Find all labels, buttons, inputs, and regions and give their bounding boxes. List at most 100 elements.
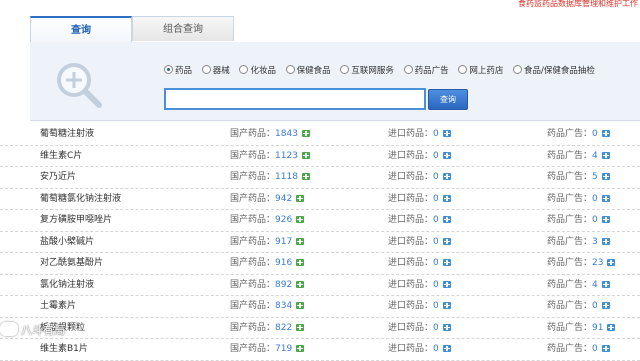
add-plus-icon[interactable]: [601, 173, 610, 180]
add-plus-icon[interactable]: [296, 194, 305, 202]
imported-count-link[interactable]: 0: [433, 151, 439, 161]
imported-count-link[interactable]: 0: [433, 172, 439, 182]
ads-count-link[interactable]: 0: [592, 129, 598, 139]
add-plus-icon[interactable]: [301, 173, 310, 180]
domestic-count-cell: 国产药品：1843: [230, 124, 310, 145]
ads-count-link[interactable]: 0: [592, 344, 598, 354]
radio-drug[interactable]: 药品: [164, 64, 192, 76]
add-plus-icon[interactable]: [442, 237, 451, 245]
ads-count-link[interactable]: 5: [592, 172, 598, 182]
imported-count-link[interactable]: 0: [433, 129, 439, 139]
search-button[interactable]: 查询: [428, 89, 468, 110]
add-plus-icon[interactable]: [601, 237, 610, 245]
domestic-count-link[interactable]: 942: [275, 194, 292, 204]
add-plus-icon[interactable]: [601, 345, 610, 352]
drug-name-link[interactable]: 维生素C片: [40, 146, 82, 167]
add-plus-icon[interactable]: [442, 151, 451, 159]
domestic-count-cell: 国产药品：892: [230, 275, 305, 296]
ads-count-link[interactable]: 0: [592, 215, 598, 225]
add-plus-icon[interactable]: [296, 323, 305, 331]
add-plus-icon[interactable]: [442, 302, 451, 309]
ads-count-link[interactable]: 4: [592, 280, 598, 290]
domestic-count-link[interactable]: 822: [275, 323, 292, 333]
imported-label: 进口药品：: [388, 258, 434, 268]
domestic-count-link[interactable]: 719: [275, 344, 292, 354]
imported-count-link[interactable]: 0: [433, 323, 439, 333]
domestic-count-link[interactable]: 916: [275, 258, 292, 268]
domestic-count-link[interactable]: 892: [275, 280, 292, 290]
search-input[interactable]: [164, 88, 426, 110]
add-plus-icon[interactable]: [601, 194, 610, 202]
add-plus-icon[interactable]: [296, 280, 305, 288]
drug-name-link[interactable]: 维生素B1片: [40, 339, 88, 360]
add-plus-icon[interactable]: [601, 280, 610, 288]
category-radio-group: 药品 器械 化妆品 保健食品 互联网服务 药品广告 网上药店 食品/保健食品抽检: [164, 64, 602, 76]
table-row: 土霉素片 国产药品：834 进口药品：0 药品广告：0: [0, 296, 640, 318]
ads-count-link[interactable]: 23: [592, 258, 603, 268]
domestic-count-link[interactable]: 1843: [275, 129, 298, 139]
add-plus-icon[interactable]: [601, 151, 610, 159]
tab-combined-query[interactable]: 组合查询: [132, 16, 234, 41]
add-plus-icon[interactable]: [296, 259, 305, 266]
radio-internet-service[interactable]: 互联网服务: [340, 64, 394, 76]
drug-name-link[interactable]: 盐酸小檗碱片: [40, 232, 94, 253]
ads-count-link[interactable]: 0: [592, 194, 598, 204]
add-plus-icon[interactable]: [442, 345, 451, 352]
imported-count-link[interactable]: 0: [433, 280, 439, 290]
domestic-count-link[interactable]: 917: [275, 237, 292, 247]
add-plus-icon[interactable]: [442, 216, 451, 223]
add-plus-icon[interactable]: [442, 280, 451, 288]
add-plus-icon[interactable]: [296, 345, 305, 352]
drug-name-link[interactable]: 土霉素片: [40, 296, 76, 317]
add-plus-icon[interactable]: [601, 216, 610, 223]
drug-name-link[interactable]: 复方磺胺甲噁唑片: [40, 210, 112, 231]
add-plus-icon[interactable]: [442, 173, 451, 180]
ads-count-link[interactable]: 3: [592, 237, 598, 247]
add-plus-icon[interactable]: [296, 216, 305, 223]
add-plus-icon[interactable]: [607, 323, 616, 331]
add-plus-icon[interactable]: [296, 302, 305, 309]
ads-count-link[interactable]: 91: [592, 323, 603, 333]
imported-label: 进口药品：: [388, 236, 434, 247]
add-plus-icon[interactable]: [607, 259, 616, 266]
radio-cosmetics[interactable]: 化妆品: [239, 64, 276, 76]
drug-name-link[interactable]: 对乙酰氨基酚片: [40, 253, 103, 274]
tab-query[interactable]: 查询: [30, 16, 132, 43]
imported-count-link[interactable]: 0: [433, 301, 439, 311]
add-plus-icon[interactable]: [442, 194, 451, 202]
domestic-count-link[interactable]: 834: [275, 301, 292, 311]
drug-name-link[interactable]: 葡萄糖氯化钠注射液: [40, 189, 121, 210]
radio-device[interactable]: 器械: [201, 64, 230, 76]
add-plus-icon[interactable]: [442, 259, 451, 266]
drug-name-link[interactable]: 葡萄糖注射液: [40, 124, 94, 145]
imported-count-link[interactable]: 0: [433, 258, 439, 268]
add-plus-icon[interactable]: [301, 130, 310, 137]
drug-name-link[interactable]: 氯化钠注射液: [40, 275, 94, 296]
add-plus-icon[interactable]: [296, 237, 305, 245]
add-plus-icon[interactable]: [601, 130, 610, 137]
domestic-count-cell: 国产药品：1123: [230, 146, 310, 167]
ads-count-link[interactable]: 4: [592, 151, 598, 161]
imported-count-link[interactable]: 0: [433, 215, 439, 225]
imported-count-link[interactable]: 0: [433, 237, 439, 247]
add-plus-icon[interactable]: [601, 302, 610, 309]
add-plus-icon[interactable]: [301, 151, 310, 159]
imported-count-link[interactable]: 0: [433, 344, 439, 354]
radio-online-pharmacy[interactable]: 网上药店: [458, 64, 503, 76]
table-row: 板蓝根颗粒 国产药品：822 进口药品：0 药品广告：91: [0, 318, 640, 339]
ads-count-cell: 药品广告：4: [547, 275, 610, 296]
radio-health-food[interactable]: 保健食品: [285, 64, 331, 76]
add-plus-icon[interactable]: [442, 323, 451, 331]
domestic-label: 国产药品：: [230, 215, 276, 225]
imported-count-link[interactable]: 0: [433, 194, 439, 204]
ads-count-link[interactable]: 0: [592, 301, 598, 311]
domestic-count-link[interactable]: 926: [275, 215, 292, 225]
imported-count-cell: 进口药品：0: [388, 124, 451, 145]
domestic-count-link[interactable]: 1118: [275, 172, 298, 182]
radio-drug-ads[interactable]: 药品广告: [403, 64, 449, 76]
radio-food-inspection[interactable]: 食品/保健食品抽检: [513, 64, 595, 76]
drug-name-link[interactable]: 安乃近片: [40, 167, 76, 188]
domestic-label: 国产药品：: [230, 301, 276, 311]
add-plus-icon[interactable]: [442, 130, 451, 137]
domestic-count-link[interactable]: 1123: [275, 151, 298, 161]
